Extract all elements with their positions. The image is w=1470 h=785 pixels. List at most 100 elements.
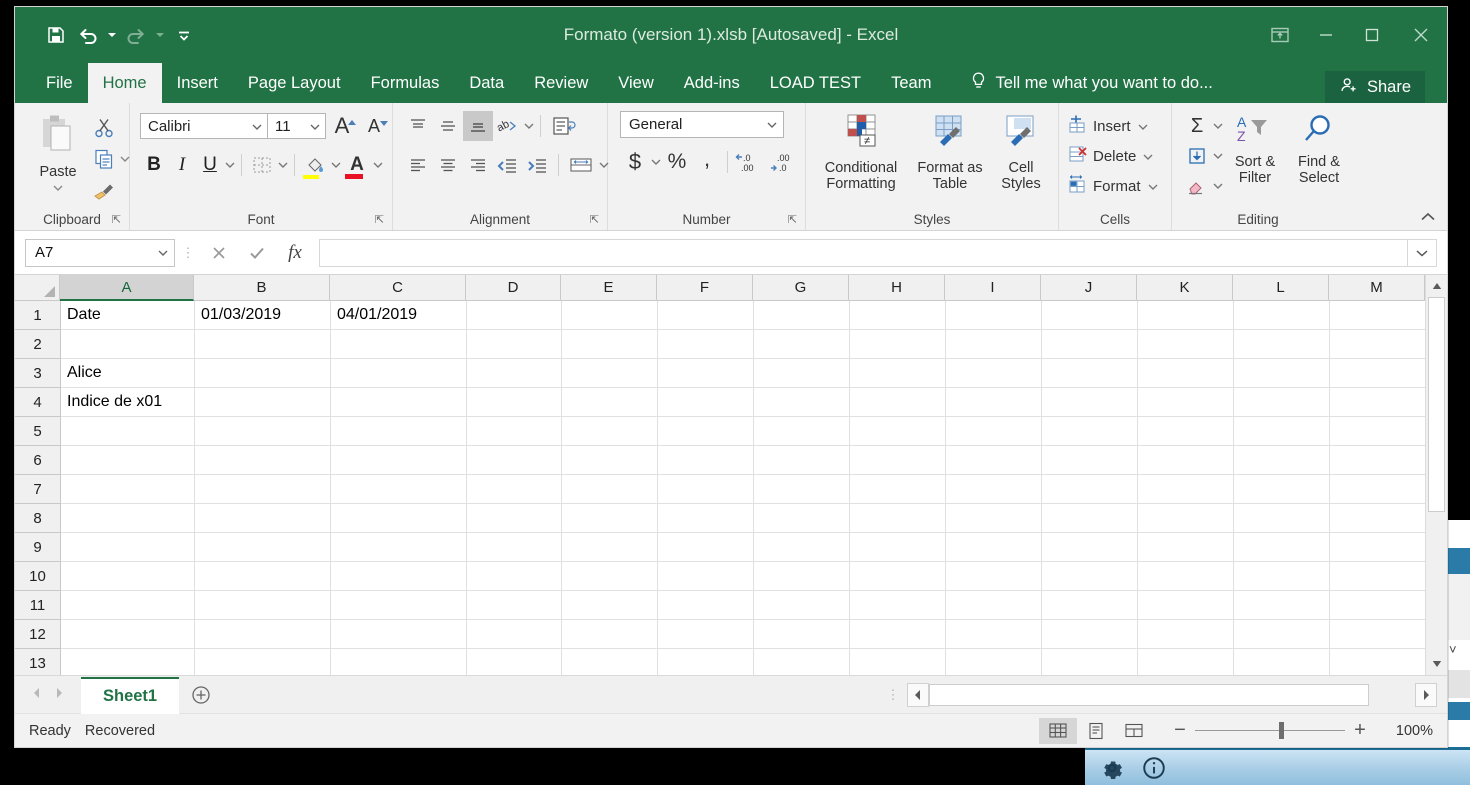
cell-I5[interactable] xyxy=(946,417,1042,446)
row-header-11[interactable]: 11 xyxy=(15,591,61,620)
cell-D4[interactable] xyxy=(467,388,562,417)
delete-cells-button[interactable]: Delete xyxy=(1067,143,1154,170)
accounting-format-button[interactable]: $ xyxy=(620,147,650,177)
cell-K5[interactable] xyxy=(1138,417,1234,446)
cell-D8[interactable] xyxy=(467,504,562,533)
fill-color-dropdown-icon[interactable] xyxy=(330,156,342,174)
row-header-1[interactable]: 1 xyxy=(15,301,61,330)
paste-button[interactable]: Paste xyxy=(27,111,89,199)
cell-H11[interactable] xyxy=(850,591,946,620)
cell-I1[interactable] xyxy=(946,301,1042,330)
column-header-d[interactable]: D xyxy=(466,275,561,301)
clear-dropdown-icon[interactable] xyxy=(1212,177,1224,195)
percent-style-button[interactable]: % xyxy=(662,147,692,177)
maximize-icon[interactable] xyxy=(1349,15,1395,55)
cell-M6[interactable] xyxy=(1330,446,1425,475)
gear-icon[interactable] xyxy=(1099,755,1125,781)
cell-M12[interactable] xyxy=(1330,620,1425,649)
number-format-dropdown-icon[interactable] xyxy=(766,116,778,133)
scroll-down-button[interactable] xyxy=(1426,653,1447,675)
cancel-icon[interactable] xyxy=(201,239,237,267)
cell-A1[interactable]: Date xyxy=(61,301,195,330)
cell-G13[interactable] xyxy=(754,649,850,675)
expand-formula-bar-icon[interactable] xyxy=(1407,238,1437,267)
cell-G1[interactable] xyxy=(754,301,850,330)
insert-dropdown-icon[interactable] xyxy=(1137,118,1149,136)
cell-J2[interactable] xyxy=(1042,330,1138,359)
number-format-combo[interactable]: General xyxy=(620,111,784,138)
column-header-e[interactable]: E xyxy=(561,275,657,301)
cell-E6[interactable] xyxy=(562,446,658,475)
page-break-preview-button[interactable] xyxy=(1115,718,1153,744)
row-header-10[interactable]: 10 xyxy=(15,562,61,591)
cell-B5[interactable] xyxy=(195,417,331,446)
increase-decimal-button[interactable]: .0 .00 xyxy=(733,147,767,177)
cell-E4[interactable] xyxy=(562,388,658,417)
select-all-button[interactable] xyxy=(15,275,60,301)
cell-F12[interactable] xyxy=(658,620,754,649)
undo-icon[interactable] xyxy=(73,20,103,50)
cell-I4[interactable] xyxy=(946,388,1042,417)
cell-M11[interactable] xyxy=(1330,591,1425,620)
cell-E13[interactable] xyxy=(562,649,658,675)
scroll-up-button[interactable] xyxy=(1426,275,1447,297)
add-sheet-button[interactable] xyxy=(179,685,223,705)
formula-input[interactable] xyxy=(319,238,1407,267)
find-and-select-button[interactable]: Find & Select xyxy=(1286,111,1352,189)
cell-G2[interactable] xyxy=(754,330,850,359)
cell-M1[interactable] xyxy=(1330,301,1425,330)
cell-L2[interactable] xyxy=(1234,330,1330,359)
cell-B13[interactable] xyxy=(195,649,331,675)
cell-L4[interactable] xyxy=(1234,388,1330,417)
save-icon[interactable] xyxy=(41,20,71,50)
font-name-combo[interactable]: Calibri xyxy=(140,113,268,139)
column-header-i[interactable]: I xyxy=(945,275,1041,301)
cell-I11[interactable] xyxy=(946,591,1042,620)
cell-M4[interactable] xyxy=(1330,388,1425,417)
font-color-button[interactable]: A xyxy=(342,150,372,180)
cell-M10[interactable] xyxy=(1330,562,1425,591)
row-header-2[interactable]: 2 xyxy=(15,330,61,359)
tab-load-test[interactable]: LOAD TEST xyxy=(755,63,876,103)
horizontal-scroll-track[interactable] xyxy=(929,682,1415,707)
cell-G3[interactable] xyxy=(754,359,850,388)
cell-I3[interactable] xyxy=(946,359,1042,388)
cell-F8[interactable] xyxy=(658,504,754,533)
cell-G12[interactable] xyxy=(754,620,850,649)
font-size-combo[interactable]: 11 xyxy=(268,113,326,139)
cell-C5[interactable] xyxy=(331,417,467,446)
format-as-table-button[interactable]: Format as Table xyxy=(910,111,990,195)
cell-G4[interactable] xyxy=(754,388,850,417)
cell-H4[interactable] xyxy=(850,388,946,417)
cell-C12[interactable] xyxy=(331,620,467,649)
cell-J10[interactable] xyxy=(1042,562,1138,591)
row-header-9[interactable]: 9 xyxy=(15,533,61,562)
cell-K1[interactable] xyxy=(1138,301,1234,330)
decrease-indent-button[interactable] xyxy=(493,150,523,180)
decrease-decimal-button[interactable]: .00 .0 xyxy=(767,147,801,177)
cell-E12[interactable] xyxy=(562,620,658,649)
increase-font-size-button[interactable]: A xyxy=(326,111,358,141)
cell-I2[interactable] xyxy=(946,330,1042,359)
cell-C3[interactable] xyxy=(331,359,467,388)
clear-button[interactable] xyxy=(1182,171,1224,201)
tab-view[interactable]: View xyxy=(603,63,668,103)
cell-L7[interactable] xyxy=(1234,475,1330,504)
cell-A7[interactable] xyxy=(61,475,195,504)
cell-M5[interactable] xyxy=(1330,417,1425,446)
cell-I8[interactable] xyxy=(946,504,1042,533)
cell-K3[interactable] xyxy=(1138,359,1234,388)
cell-E7[interactable] xyxy=(562,475,658,504)
cell-D7[interactable] xyxy=(467,475,562,504)
cell-K11[interactable] xyxy=(1138,591,1234,620)
cell-A11[interactable] xyxy=(61,591,195,620)
cell-F6[interactable] xyxy=(658,446,754,475)
cell-F10[interactable] xyxy=(658,562,754,591)
cell-C4[interactable] xyxy=(331,388,467,417)
cell-H12[interactable] xyxy=(850,620,946,649)
cell-styles-button[interactable]: Cell Styles xyxy=(990,111,1052,195)
italic-button[interactable]: I xyxy=(168,154,196,176)
undo-dropdown-icon[interactable] xyxy=(105,20,119,50)
name-box[interactable]: A7 xyxy=(25,238,175,267)
tab-file[interactable]: File xyxy=(31,63,88,103)
